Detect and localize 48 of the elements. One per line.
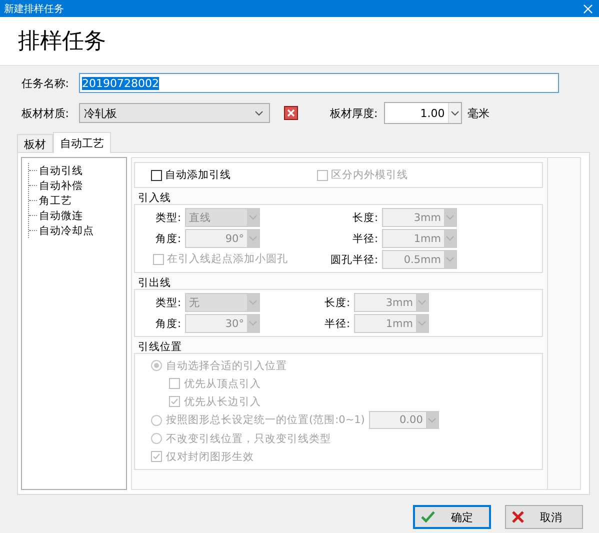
- chevron-icon: [446, 215, 454, 220]
- tree-item[interactable]: 角工艺: [39, 194, 72, 208]
- tab[interactable]: 板材: [17, 134, 53, 152]
- chevron-icon: [249, 300, 257, 305]
- tab[interactable]: 自动工艺: [53, 132, 111, 153]
- dialog-heading: 排样任务: [18, 28, 106, 56]
- tree-item[interactable]: 自动冷却点: [39, 224, 94, 238]
- close-button[interactable]: [583, 4, 593, 14]
- check-icon: [421, 511, 435, 523]
- chevron-icon: [255, 110, 263, 116]
- chevron-icon: [428, 418, 436, 422]
- window-title: 新建排样任务: [4, 2, 64, 16]
- chevron-icon: [249, 215, 257, 220]
- chevron-icon: [446, 236, 454, 241]
- chevron-icon: [249, 321, 257, 326]
- field-label: 板材厚度:: [330, 106, 378, 120]
- field-label: 半径:: [351, 232, 379, 246]
- tree-item[interactable]: 自动微连: [39, 208, 83, 222]
- checkbox[interactable]: [151, 170, 162, 180]
- group-title: 引入线: [137, 191, 172, 205]
- chevron-icon: [418, 300, 426, 305]
- close-icon: [512, 511, 524, 523]
- field-label: 类型:: [154, 296, 182, 310]
- ok-button[interactable]: 确定: [413, 505, 491, 529]
- field-label: 圆孔半径:: [329, 252, 379, 266]
- checkbox-label[interactable]: 自动添加引线: [151, 168, 317, 182]
- thickness-field[interactable]: 1.00: [384, 102, 462, 124]
- field-label: 长度:: [323, 296, 351, 310]
- field-label: 类型:: [154, 210, 182, 224]
- group-title: 引线位置: [137, 340, 183, 354]
- group-title: 引出线: [137, 276, 172, 290]
- field-label: 任务名称:: [20, 76, 70, 90]
- material-dropdown[interactable]: 冷轧板: [79, 103, 270, 123]
- field-label: 板材材质:: [20, 106, 70, 120]
- unit-label: 毫米: [468, 106, 490, 120]
- cancel-button[interactable]: 取消: [505, 505, 583, 529]
- task-name-field[interactable]: 20190728002: [79, 73, 559, 93]
- chevron-icon: [446, 257, 454, 262]
- field-label: 角度:: [154, 316, 182, 330]
- field-label: 长度:: [351, 210, 379, 224]
- tree-item[interactable]: 自动补偿: [39, 178, 83, 192]
- field-label: 半径:: [323, 316, 351, 330]
- chevron-icon: [249, 236, 257, 241]
- chevron-icon: [418, 321, 426, 326]
- field-label: 角度:: [154, 232, 182, 246]
- clear-button[interactable]: [284, 106, 298, 120]
- tree-item[interactable]: 自动引线: [39, 164, 83, 178]
- chevron-icon: [450, 110, 459, 116]
